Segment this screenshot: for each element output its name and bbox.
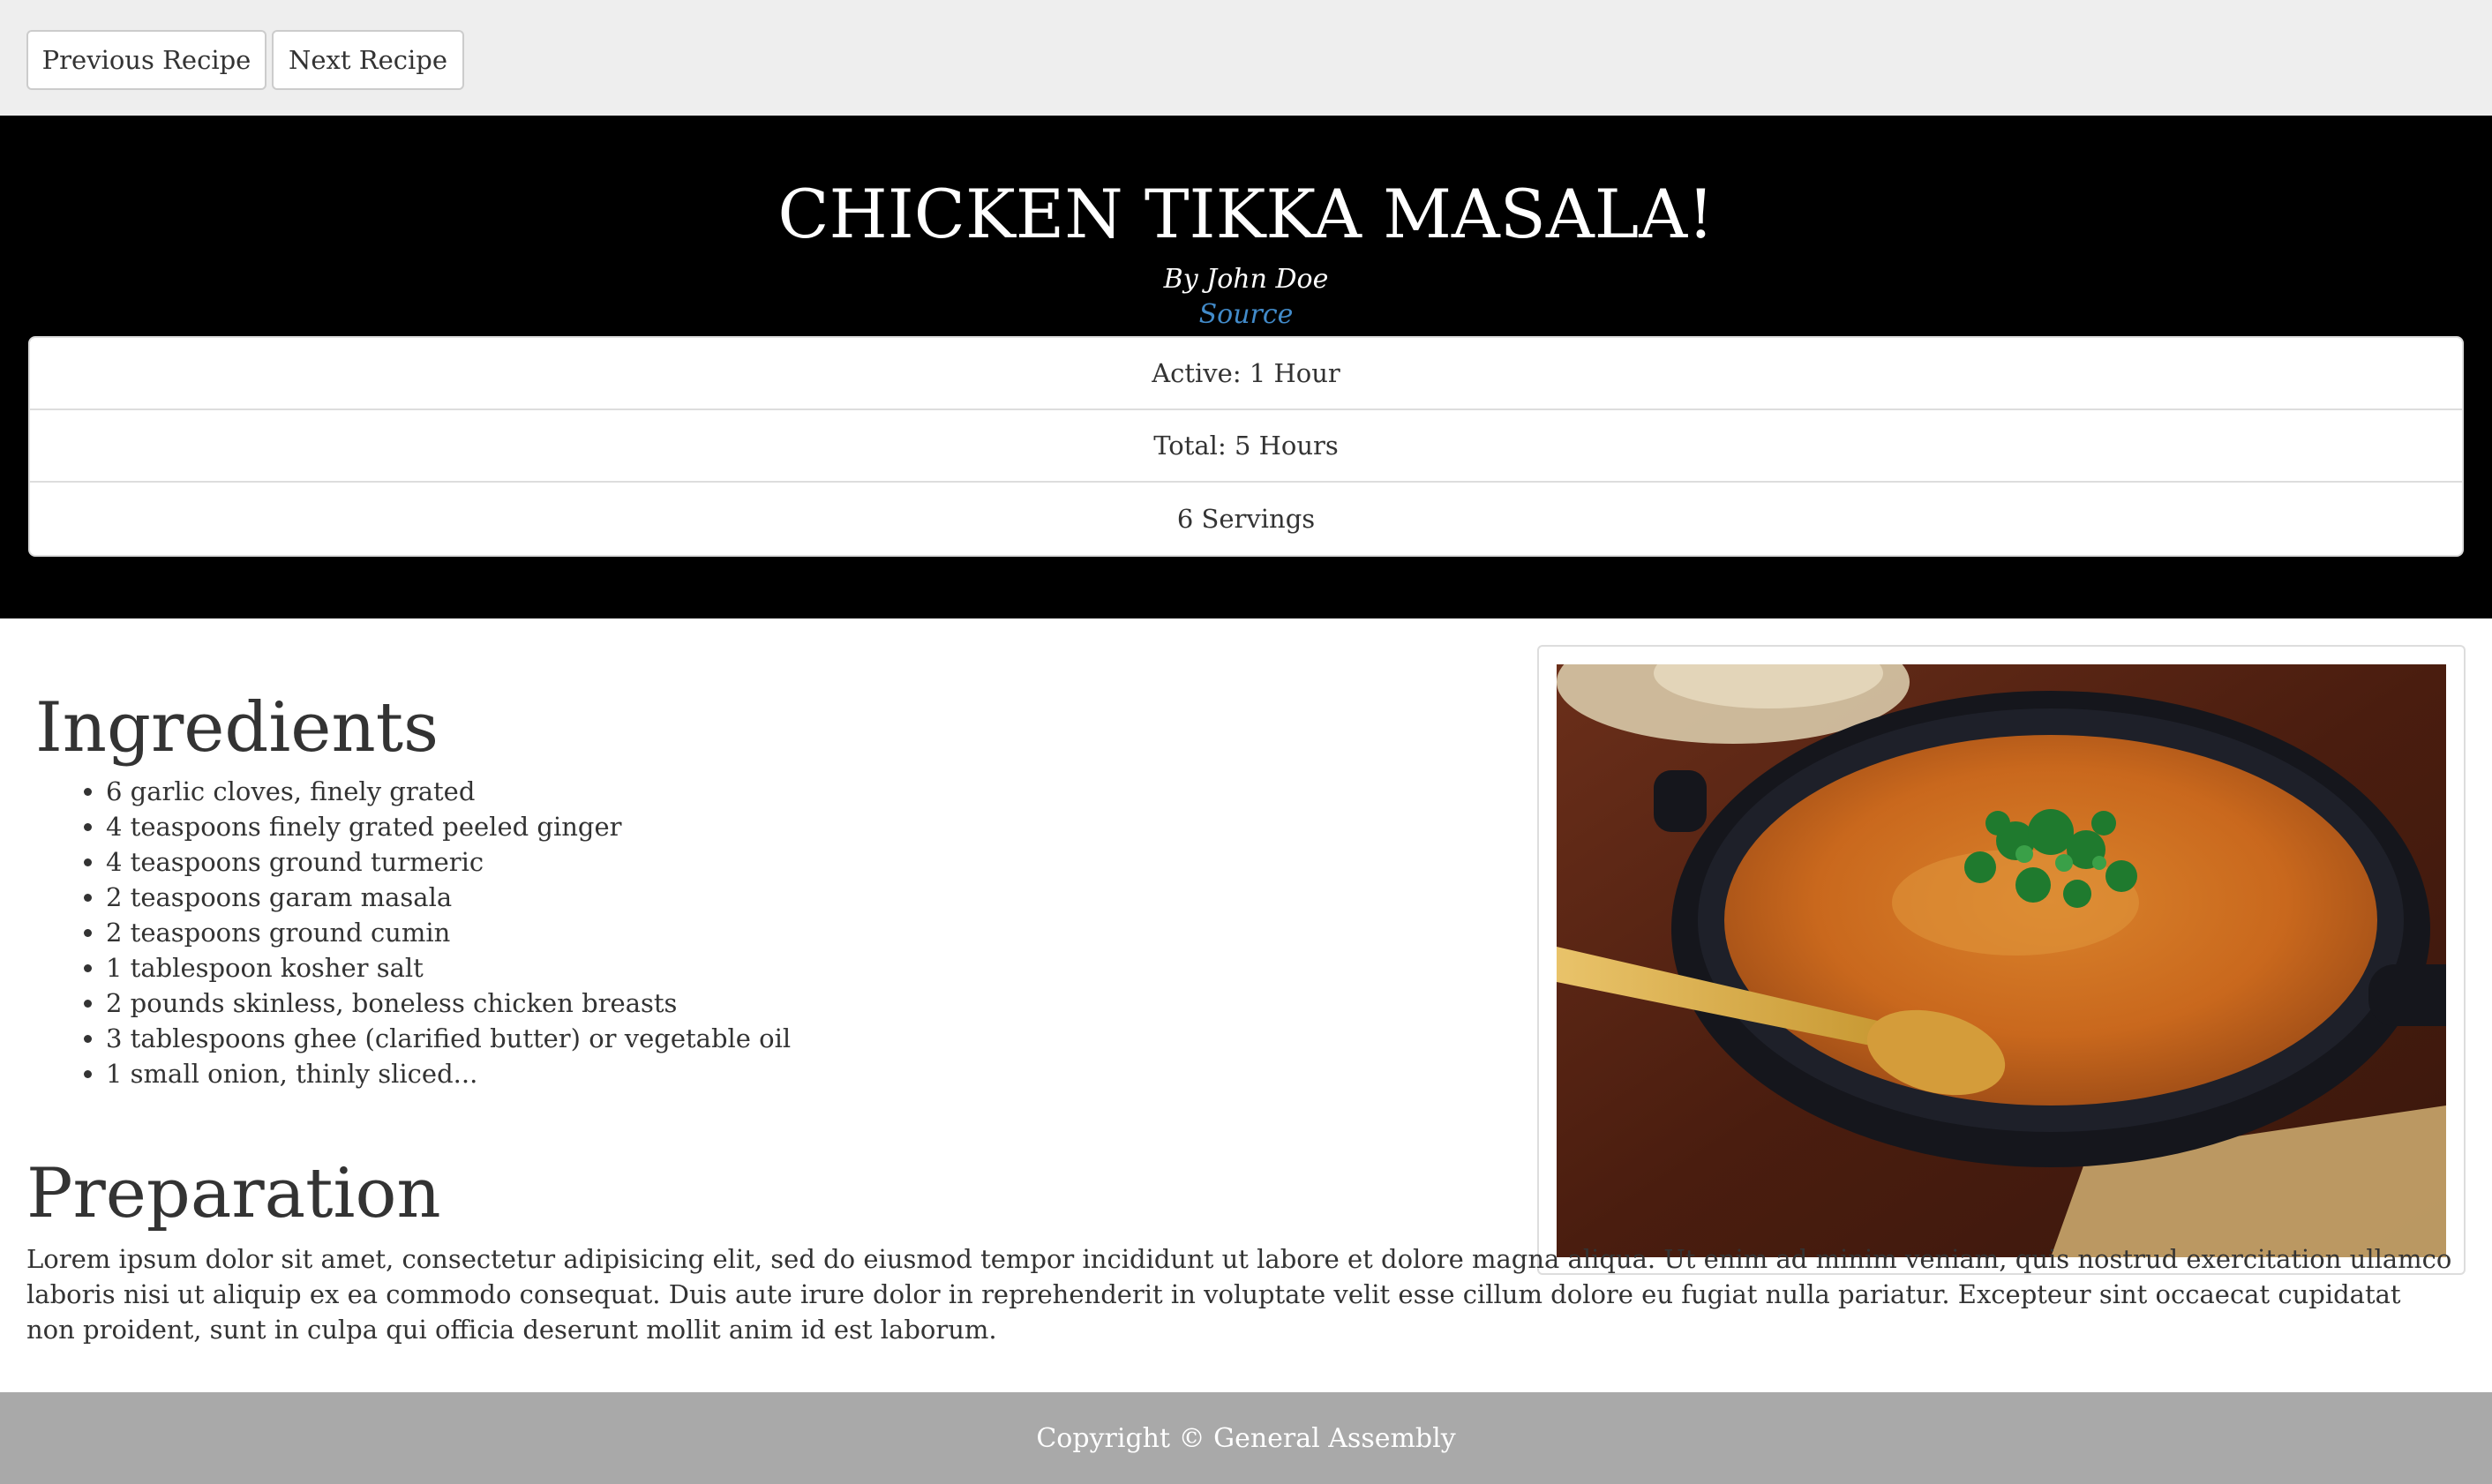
preparation-heading: Preparation [26, 1154, 441, 1233]
servings: 6 Servings [1176, 504, 1316, 534]
ingredient-item: 2 teaspoons garam masala [106, 880, 791, 915]
total-time: Total: 5 Hours [30, 410, 2462, 483]
recipe-author: By John Doe [1163, 264, 1329, 295]
ingredient-item: 2 teaspoons ground cumin [106, 915, 791, 950]
recipe-title: CHICKEN TIKKA MASALA! [777, 175, 1715, 253]
ingredient-item: 2 pounds skinless, boneless chicken brea… [106, 986, 791, 1021]
ingredients-heading: Ingredients [35, 688, 439, 768]
top-nav-bar: Previous Recipe Next Recipe [0, 0, 2492, 116]
recipe-header: CHICKEN TIKKA MASALA! By John Doe Source… [0, 116, 2492, 618]
copyright-text: Copyright © General Assembly [1036, 1422, 1456, 1454]
previous-recipe-button[interactable]: Previous Recipe [26, 30, 266, 90]
ingredient-item: 1 small onion, thinly sliced... [106, 1056, 791, 1091]
ingredient-item: 4 teaspoons ground turmeric [106, 844, 791, 880]
recipe-info-list: Active: 1 Hour Total: 5 Hours 6 Servings [28, 336, 2464, 557]
ingredient-item: 4 teaspoons finely grated peeled ginger [106, 809, 791, 844]
recipe-body: Ingredients 6 garlic cloves, finely grat… [0, 618, 2492, 1392]
ingredient-item: 3 tablespoons ghee (clarified butter) or… [106, 1021, 791, 1056]
recipe-photo [1557, 664, 2446, 1257]
next-recipe-button[interactable]: Next Recipe [272, 30, 464, 90]
recipe-photo-frame [1537, 645, 2466, 1275]
ingredient-item: 1 tablespoon kosher salt [106, 950, 791, 986]
source-link[interactable]: Source [0, 297, 2492, 333]
active-time: Active: 1 Hour [30, 338, 2462, 410]
ingredients-list: 6 garlic cloves, finely grated 4 teaspoo… [35, 774, 791, 1091]
preparation-body: Lorem ipsum dolor sit amet, consectetur … [26, 1244, 2452, 1345]
footer: Copyright © General Assembly [0, 1392, 2492, 1484]
ingredient-item: 6 garlic cloves, finely grated [106, 774, 791, 809]
preparation-text: Lorem ipsum dolor sit amet, consectetur … [26, 1241, 2453, 1347]
